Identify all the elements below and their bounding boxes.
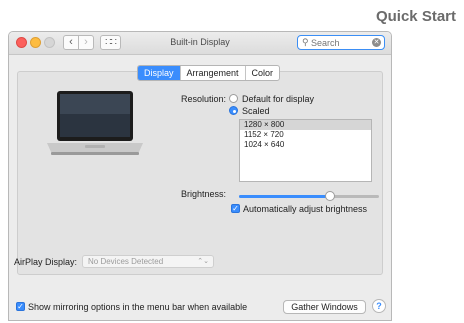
auto-brightness-checkbox[interactable]: ✓ [231,204,240,213]
resolution-option[interactable]: 1280 × 800 [240,120,371,130]
resolution-list[interactable]: 1280 × 800 1152 × 720 1024 × 640 [239,119,372,182]
default-for-display-label: Default for display [242,94,315,104]
mirroring-options-checkbox[interactable]: ✓ [16,302,25,311]
laptop-display-icon [47,91,143,155]
select-arrows-icon: ⌃⌄ [197,258,209,265]
search-icon: ⚲ [302,37,309,47]
brightness-slider-thumb[interactable] [325,191,335,201]
title-bar: ‹ › ∷∷ Built-in Display ⚲ ✕ [9,32,391,55]
brightness-slider[interactable] [239,191,379,201]
tab-display[interactable]: Display [138,66,180,80]
tab-bar: Display Arrangement Color [137,65,281,81]
system-preferences-window: ‹ › ∷∷ Built-in Display ⚲ ✕ Display Arra… [8,31,392,321]
auto-brightness-label: Automatically adjust brightness [243,204,368,214]
search-field[interactable]: ⚲ ✕ [297,35,385,50]
resolution-label: Resolution: [181,94,227,104]
help-button[interactable]: ? [372,299,386,313]
tab-arrangement[interactable]: Arrangement [179,66,245,80]
radio-default-for-display[interactable] [229,94,238,103]
tab-color[interactable]: Color [244,66,280,80]
resolution-option[interactable]: 1024 × 640 [240,140,371,150]
gather-windows-button[interactable]: Gather Windows [283,300,366,314]
clear-search-icon[interactable]: ✕ [372,38,381,47]
airplay-display-select[interactable]: No Devices Detected ⌃⌄ [82,255,214,268]
brightness-label: Brightness: [181,189,227,199]
quick-start-heading: Quick Start [375,8,456,25]
scaled-label: Scaled [242,106,270,116]
mirroring-options-label: Show mirroring options in the menu bar w… [28,302,248,312]
search-input[interactable] [311,37,363,48]
brightness-slider-fill [239,195,330,198]
airplay-display-label: AirPlay Display: [14,257,78,267]
resolution-option[interactable]: 1152 × 720 [240,130,371,140]
radio-scaled[interactable] [229,106,238,115]
airplay-select-value: No Devices Detected [88,257,164,266]
